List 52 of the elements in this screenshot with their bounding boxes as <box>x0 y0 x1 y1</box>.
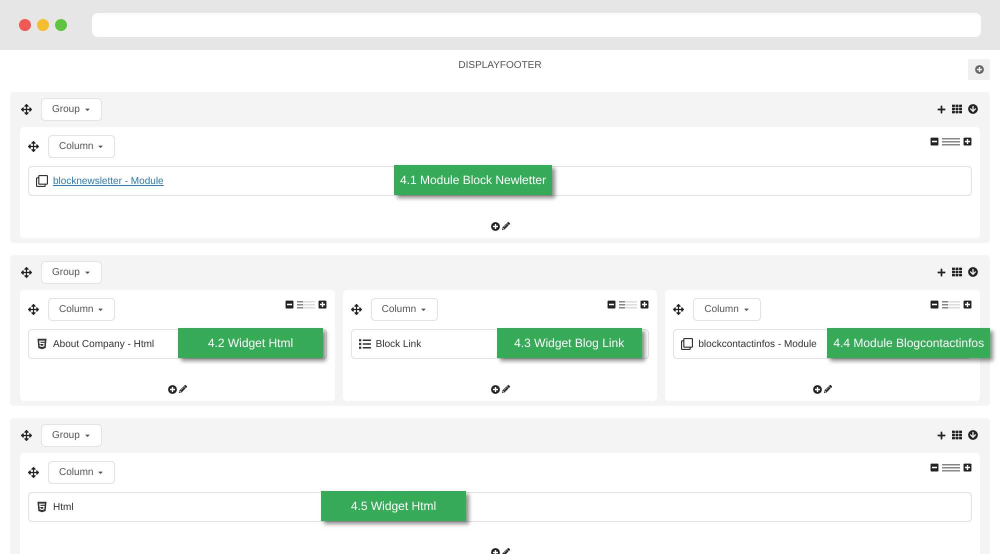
module-name: blockcontactinfos - Module <box>698 338 817 352</box>
add-group-button[interactable] <box>968 59 990 80</box>
module-name: Block Link <box>376 338 422 352</box>
section-title: DISPLAYFOOTER <box>458 59 542 73</box>
pencil-icon[interactable] <box>502 548 510 554</box>
add-icon[interactable] <box>937 104 946 114</box>
caret-icon <box>97 469 104 476</box>
group-dropdown[interactable]: Group <box>41 424 102 446</box>
move-icon[interactable] <box>28 141 39 152</box>
module-name: Html <box>53 500 74 514</box>
move-icon[interactable] <box>21 430 32 440</box>
move-icon[interactable] <box>21 104 32 114</box>
caret-icon <box>84 106 91 112</box>
pencil-icon[interactable] <box>502 385 510 393</box>
callout-label: 4.5 Widget Html <box>321 491 466 521</box>
html5-icon <box>36 338 48 350</box>
callout-label: 4.2 Widget Html <box>178 328 323 358</box>
grid-icon[interactable] <box>952 104 962 114</box>
caret-icon <box>97 306 104 313</box>
column-dropdown[interactable]: Column <box>48 461 116 484</box>
caret-icon <box>742 306 750 313</box>
list-icon <box>358 338 371 350</box>
column-dropdown[interactable]: Column <box>48 135 116 158</box>
group-dropdown[interactable]: Group <box>41 260 102 284</box>
column-dropdown[interactable]: Column <box>693 298 761 321</box>
copy-icon <box>681 338 694 350</box>
add-icon[interactable] <box>937 268 946 276</box>
caret-icon <box>84 268 91 276</box>
move-icon[interactable] <box>673 304 684 315</box>
module-link[interactable]: blocknewsletter - Module <box>53 174 164 188</box>
move-icon[interactable] <box>350 304 362 315</box>
callout-label: 4.1 Module Block Newletter <box>394 165 552 195</box>
module-name: About Company - Html <box>53 338 154 352</box>
move-icon[interactable] <box>21 266 32 278</box>
add-icon[interactable] <box>937 430 946 440</box>
column-dropdown[interactable]: Column <box>370 298 438 321</box>
caret-icon <box>84 432 91 438</box>
move-icon[interactable] <box>28 304 39 315</box>
html5-icon <box>36 501 48 513</box>
pencil-icon[interactable] <box>824 385 832 393</box>
move-icon[interactable] <box>28 467 39 478</box>
grid-icon[interactable] <box>952 430 962 440</box>
caret-icon <box>97 143 104 150</box>
caret-icon <box>420 306 428 313</box>
grid-icon[interactable] <box>952 267 962 277</box>
copy-icon <box>36 175 48 187</box>
column-dropdown[interactable]: Column <box>48 298 116 321</box>
pencil-icon[interactable] <box>178 385 187 393</box>
callout-label: 4.3 Widget Blog Link <box>496 328 642 358</box>
pencil-icon[interactable] <box>502 222 510 230</box>
group-dropdown[interactable]: Group <box>41 98 102 120</box>
callout-label: 4.4 Module Blogcontactinfos <box>827 328 990 358</box>
